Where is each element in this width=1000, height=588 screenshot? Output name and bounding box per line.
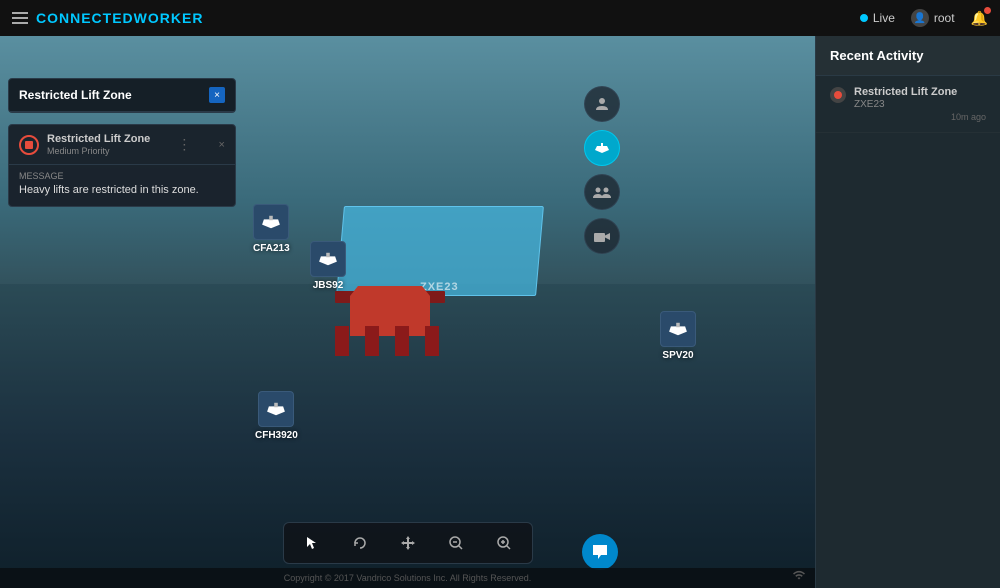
person-icon-button[interactable]: [584, 86, 620, 122]
rig-leg-1: [335, 326, 349, 356]
bottom-toolbar: [283, 522, 533, 564]
panel-close-button[interactable]: ×: [209, 87, 225, 103]
activity-row-0: Restricted Lift Zone ZXE23: [830, 86, 986, 110]
side-icon-panel: [584, 86, 620, 254]
right-sidebar: Recent Activity Restricted Lift Zone ZXE…: [815, 36, 1000, 588]
alert-message-label: Message: [19, 171, 225, 181]
alert-message-section: Message Heavy lifts are restricted in th…: [9, 164, 235, 206]
alert-panel: Restricted Lift Zone Medium Priority ⋮ ×…: [8, 124, 236, 207]
top-navigation: CONNECTEDWORKER Live 👤 root 🔔: [0, 0, 1000, 36]
notification-bell[interactable]: 🔔: [971, 10, 988, 27]
zoom-in-tool[interactable]: [490, 529, 518, 557]
rig-body: [350, 286, 430, 336]
panel-header: Restricted Lift Zone ×: [9, 79, 235, 112]
rig-leg-3: [395, 326, 409, 356]
alert-severity-icon: [19, 135, 39, 155]
ship-icon: [260, 214, 282, 230]
main-layout: ZXE23 CFH3920: [0, 36, 1000, 588]
footer: Copyright © 2017 Vandrico Solutions Inc.…: [0, 568, 815, 588]
group-icon-button[interactable]: [584, 174, 620, 210]
rotate-icon: [352, 535, 368, 551]
notification-badge: [984, 7, 991, 14]
alert-priority: Medium Priority: [47, 146, 150, 156]
move-icon: [400, 535, 416, 551]
zoom-out-icon: [448, 535, 464, 551]
zoom-out-tool[interactable]: [442, 529, 470, 557]
vessel-JBS92[interactable]: JBS92: [310, 241, 346, 291]
chat-fab-button[interactable]: [582, 534, 618, 570]
alert-close-button[interactable]: ×: [219, 139, 225, 151]
alert-header: Restricted Lift Zone Medium Priority ⋮ ×: [9, 125, 235, 164]
activity-time-0: 10m ago: [830, 112, 986, 122]
alert-left: Restricted Lift Zone Medium Priority: [19, 133, 150, 156]
live-button[interactable]: Live: [860, 11, 895, 25]
alert-message-text: Heavy lifts are restricted in this zone.: [19, 184, 225, 196]
person-icon: [594, 96, 610, 112]
activity-sub-0: ZXE23: [854, 99, 986, 110]
user-menu[interactable]: 👤 root: [911, 9, 955, 27]
vessel-icon-JBS92: [310, 241, 346, 277]
cursor-icon: [305, 535, 319, 551]
vessel-icon-CFA213: [253, 204, 289, 240]
vessel-SPV20[interactable]: SPV20: [660, 311, 696, 361]
camera-icon: [594, 230, 610, 243]
wifi-icon: [791, 569, 807, 584]
activity-item-0[interactable]: Restricted Lift Zone ZXE23 10m ago: [816, 76, 1000, 133]
ship-icon: [317, 251, 339, 267]
vessel-side-icon: [594, 142, 610, 154]
activity-dot-inner-0: [834, 91, 842, 99]
rig-leg-4: [425, 326, 439, 356]
vessel-icon-SPV20: [660, 311, 696, 347]
vessel-CFH3920[interactable]: CFH3920: [255, 391, 298, 441]
vessel-icon-CFH3920: [258, 391, 294, 427]
group-icon: [593, 185, 611, 199]
app-logo: CONNECTEDWORKER: [36, 10, 203, 26]
activity-dot-0: [830, 87, 846, 103]
rig-structure: [330, 276, 450, 356]
wifi-signal-icon: [791, 569, 807, 581]
activity-name-0: Restricted Lift Zone: [854, 86, 986, 98]
footer-text: Copyright © 2017 Vandrico Solutions Inc.…: [284, 573, 532, 583]
alert-menu-button[interactable]: ⋮: [177, 136, 191, 153]
vessel-label-SPV20: SPV20: [662, 350, 693, 361]
chat-icon: [592, 544, 608, 560]
live-indicator: [860, 14, 868, 22]
floating-panel: Restricted Lift Zone ×: [8, 78, 236, 113]
live-label: Live: [873, 11, 895, 25]
cursor-tool[interactable]: [298, 529, 326, 557]
vessel-label-JBS92: JBS92: [313, 280, 344, 291]
rig-leg-2: [365, 326, 379, 356]
move-tool[interactable]: [394, 529, 422, 557]
ship-icon: [265, 401, 287, 417]
sidebar-title: Recent Activity: [830, 48, 986, 63]
hamburger-menu[interactable]: [12, 12, 28, 24]
3d-viewport[interactable]: ZXE23 CFH3920: [0, 36, 815, 588]
alert-icon-inner: [25, 141, 33, 149]
camera-icon-button[interactable]: [584, 218, 620, 254]
user-label: root: [934, 11, 955, 25]
vessel-label-CFH3920: CFH3920: [255, 430, 298, 441]
alert-title: Restricted Lift Zone: [47, 133, 150, 145]
ship-icon: [667, 321, 689, 337]
vessel-icon-button[interactable]: [584, 130, 620, 166]
nav-right: Live 👤 root 🔔: [860, 9, 988, 27]
rotate-tool[interactable]: [346, 529, 374, 557]
sidebar-header: Recent Activity: [816, 36, 1000, 76]
user-icon: 👤: [911, 9, 929, 27]
nav-left: CONNECTEDWORKER: [12, 10, 203, 26]
vessel-label-CFA213: CFA213: [253, 243, 290, 254]
vessel-CFA213[interactable]: CFA213: [253, 204, 290, 254]
panel-title: Restricted Lift Zone: [19, 88, 132, 102]
zoom-in-icon: [496, 535, 512, 551]
activity-text-0: Restricted Lift Zone ZXE23: [854, 86, 986, 110]
alert-text: Restricted Lift Zone Medium Priority: [47, 133, 150, 156]
